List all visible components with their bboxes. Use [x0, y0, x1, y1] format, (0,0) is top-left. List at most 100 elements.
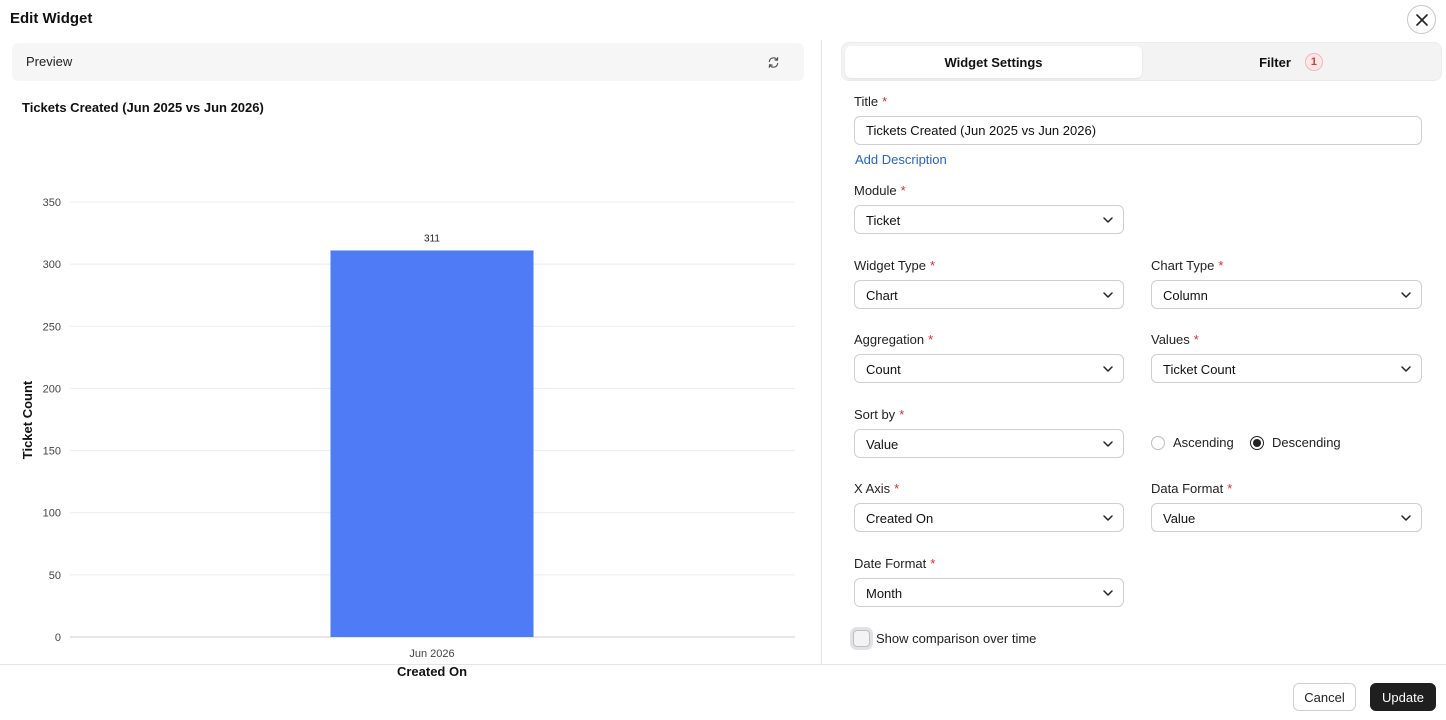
- title-label: Title *: [854, 94, 887, 109]
- close-icon: [1415, 13, 1428, 26]
- footer-divider: [0, 664, 1446, 665]
- x-axis-select-value: Created On: [866, 511, 934, 526]
- required-mark: *: [882, 94, 888, 109]
- widget-type-select-value: Chart: [866, 288, 898, 303]
- preview-label: Preview: [26, 54, 73, 69]
- date-format-select[interactable]: Month: [854, 578, 1124, 607]
- filter-count-badge: 1: [1304, 53, 1323, 71]
- module-label-text: Module: [854, 183, 897, 198]
- y-tick-label: 50: [49, 570, 61, 582]
- required-mark: *: [1193, 332, 1199, 347]
- settings-pane: Widget Settings Filter 1 Title* Add Desc…: [822, 40, 1446, 664]
- sort-by-select[interactable]: Value: [854, 429, 1124, 458]
- preview-bar: Preview: [12, 43, 804, 81]
- radio-unchecked: [1151, 435, 1165, 450]
- required-mark: *: [1218, 258, 1224, 273]
- data-format-label: Data Format *: [1151, 481, 1232, 496]
- y-axis-title: Ticket Count: [20, 380, 35, 459]
- x-axis-title: Created On: [397, 664, 467, 679]
- sort-by-label: Sort by *: [854, 407, 904, 422]
- aggregation-select[interactable]: Count: [854, 354, 1124, 383]
- required-mark: *: [894, 481, 900, 496]
- date-format-label-text: Date Format: [854, 556, 927, 571]
- required-mark: *: [1227, 481, 1233, 496]
- chevron-down-icon: [1103, 217, 1113, 223]
- chevron-down-icon: [1401, 515, 1411, 521]
- values-label-text: Values: [1151, 332, 1190, 347]
- tab-filter[interactable]: Filter 1: [1142, 46, 1440, 78]
- module-label: Module *: [854, 183, 906, 198]
- preview-pane: Preview Tickets Created (Jun 2025 vs Jun…: [0, 40, 821, 679]
- date-format-select-value: Month: [866, 586, 903, 601]
- widget-type-label-text: Widget Type: [854, 258, 927, 273]
- x-tick-label: Jun 2026: [409, 648, 454, 660]
- refresh-icon: [768, 56, 778, 68]
- chevron-down-icon: [1103, 590, 1113, 596]
- chevron-down-icon: [1103, 441, 1113, 447]
- sort-ascending-radio[interactable]: Ascending: [1151, 435, 1234, 450]
- bar-data-label: 311: [424, 233, 440, 244]
- y-tick-label: 0: [55, 632, 61, 644]
- y-tick-label: 300: [43, 259, 61, 271]
- dialog-header: Edit Widget: [0, 0, 1446, 40]
- values-label: Values *: [1151, 332, 1199, 347]
- required-mark: *: [930, 556, 936, 571]
- refresh-button[interactable]: [764, 53, 782, 71]
- values-select-value: Ticket Count: [1163, 362, 1236, 377]
- y-tick-label: 250: [43, 321, 61, 333]
- tab-widget-settings[interactable]: Widget Settings: [845, 46, 1142, 78]
- aggregation-select-value: Count: [866, 362, 901, 377]
- y-tick-label: 350: [43, 197, 61, 209]
- aggregation-label: Aggregation *: [854, 332, 933, 347]
- y-tick-label: 200: [43, 383, 61, 395]
- sort-descending-radio[interactable]: Descending: [1250, 435, 1341, 450]
- sort-by-select-value: Value: [866, 437, 899, 452]
- comparison-checkbox[interactable]: [853, 630, 870, 647]
- sort-ascending-label: Ascending: [1173, 435, 1234, 450]
- chart-type-label: Chart Type *: [1151, 258, 1223, 273]
- required-mark: *: [899, 407, 905, 422]
- module-select[interactable]: Ticket: [854, 205, 1124, 234]
- comparison-checkbox-row[interactable]: Show comparison over time: [853, 630, 1036, 647]
- chart-type-label-text: Chart Type: [1151, 258, 1215, 273]
- tab-widget-settings-label: Widget Settings: [944, 54, 1043, 70]
- aggregation-label-text: Aggregation: [854, 332, 925, 347]
- chevron-down-icon: [1103, 515, 1113, 521]
- tab-filter-label: Filter: [1259, 54, 1291, 70]
- title-label-text: Title: [854, 94, 879, 109]
- required-mark: *: [900, 183, 906, 198]
- module-select-value: Ticket: [866, 213, 901, 228]
- x-axis-label-text: X Axis: [854, 481, 891, 496]
- widget-type-label: Widget Type *: [854, 258, 935, 273]
- chevron-down-icon: [1103, 292, 1113, 298]
- data-format-select[interactable]: Value: [1151, 503, 1422, 532]
- x-axis-label: X Axis *: [854, 481, 899, 496]
- x-axis-select[interactable]: Created On: [854, 503, 1124, 532]
- widget-type-select[interactable]: Chart: [854, 280, 1124, 309]
- data-format-label-text: Data Format: [1151, 481, 1224, 496]
- chart-bar: [330, 250, 534, 637]
- column-chart: 0 50 100 150 200 250 300 350 311 Jun 2026 Created …: [20, 197, 795, 679]
- values-select[interactable]: Ticket Count: [1151, 354, 1422, 383]
- dialog-title: Edit Widget: [10, 10, 93, 27]
- cancel-button[interactable]: Cancel: [1293, 683, 1356, 711]
- y-tick-label: 100: [43, 508, 61, 520]
- chevron-down-icon: [1401, 366, 1411, 372]
- settings-tabs: Widget Settings Filter 1: [841, 42, 1442, 81]
- chevron-down-icon: [1103, 366, 1113, 372]
- required-mark: *: [928, 332, 934, 347]
- required-mark: *: [930, 258, 936, 273]
- y-tick-label: 150: [43, 446, 61, 458]
- sort-descending-label: Descending: [1272, 435, 1341, 450]
- radio-checked: [1250, 435, 1264, 450]
- title-input[interactable]: [854, 116, 1422, 145]
- close-button[interactable]: [1407, 5, 1436, 34]
- update-button[interactable]: Update: [1370, 683, 1436, 711]
- chart-type-select[interactable]: Column: [1151, 280, 1422, 309]
- chevron-down-icon: [1401, 292, 1411, 298]
- radio-dot: [1253, 438, 1261, 447]
- chart-type-select-value: Column: [1163, 288, 1208, 303]
- add-description-link[interactable]: Add Description: [855, 152, 947, 167]
- date-format-label: Date Format *: [854, 556, 935, 571]
- sort-by-label-text: Sort by: [854, 407, 896, 422]
